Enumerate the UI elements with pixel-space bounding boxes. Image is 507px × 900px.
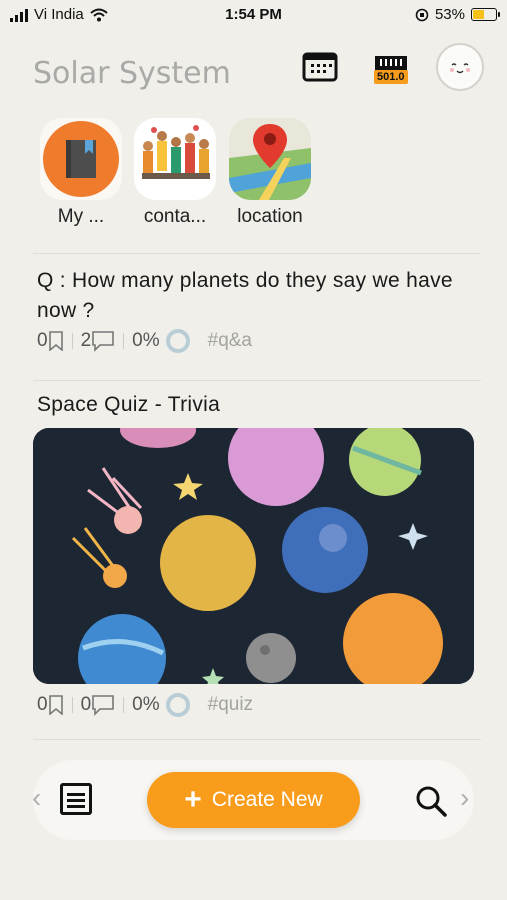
people-icon [134,118,216,200]
planets-illustration [33,428,474,684]
category-label: conta... [143,206,207,227]
battery-icon [471,8,500,21]
comment-count: 2 [80,330,92,351]
comment-count: 0 [80,694,92,715]
app-header: Solar System 501.0 [0,40,507,110]
face-icon [442,49,478,85]
chevron-right-icon[interactable]: › [460,782,469,814]
bookmark-count: 0 [37,330,48,351]
list-icon[interactable] [60,783,92,815]
category-label: My ... [57,206,105,227]
post-meta: 0 2 0% #q&a [37,329,252,353]
bookmark-icon[interactable] [48,331,64,351]
progress-percent: 0% [132,330,160,351]
calendar-icon[interactable] [302,50,338,84]
post-question-text[interactable]: Q : How many planets do they say we have… [37,266,477,326]
bookmark-count: 0 [37,694,48,715]
battery-percent: 53% [434,6,465,23]
separator [71,697,73,713]
category-label: location [237,206,303,227]
category-item-location[interactable]: location [225,118,315,228]
progress-percent: 0% [132,694,160,715]
post-tag[interactable]: #q&a [208,330,252,352]
counter-badge: 501.0 [374,70,408,84]
create-new-label: Create New [211,788,323,811]
divider [33,253,481,254]
book-icon [43,121,119,197]
separator [123,697,125,713]
post-title[interactable]: Space Quiz - Trivia [37,393,220,417]
progress-ring-icon [165,329,190,353]
bookmark-icon[interactable] [48,695,64,715]
search-icon[interactable] [414,784,448,818]
plus-icon: + [184,783,202,816]
page-title: Solar System [33,56,231,91]
comment-icon[interactable] [91,330,115,352]
category-item-contacts[interactable]: conta... [130,118,220,228]
avatar[interactable] [436,43,484,91]
category-row: My ... conta... location [0,118,507,238]
post-tag[interactable]: #quiz [208,694,253,716]
divider [33,380,481,381]
separator [123,333,125,349]
progress-ring-icon [165,693,190,717]
map-pin-icon [229,118,311,200]
separator [71,333,73,349]
divider [33,739,481,740]
category-item-my[interactable]: My ... [36,118,126,228]
create-new-button[interactable]: + Create New [147,772,360,828]
post-meta: 0 0 0% #quiz [37,693,253,717]
battery-fill [473,10,485,19]
orientation-lock-icon [415,8,429,21]
chevron-left-icon[interactable]: ‹ [32,782,41,814]
comment-icon[interactable] [91,694,115,716]
quiz-image[interactable] [33,428,474,684]
status-bar: Vi India 1:54 PM 53% [0,0,507,30]
